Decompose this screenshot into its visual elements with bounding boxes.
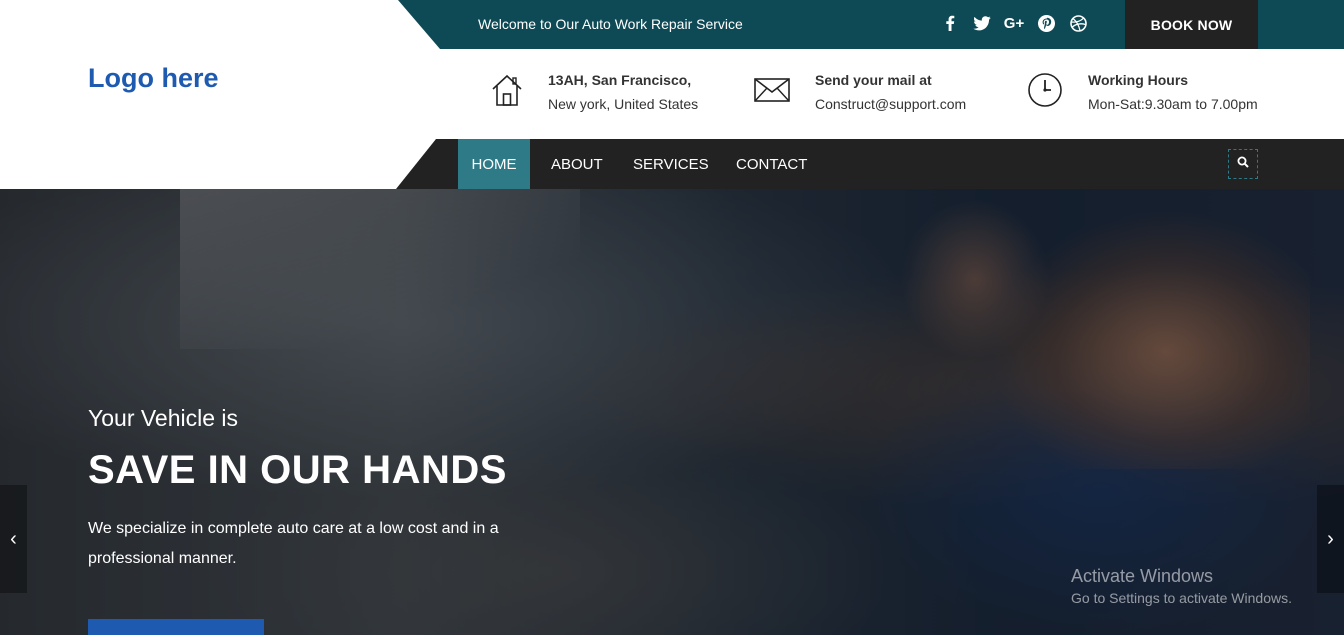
book-now-button[interactable]: BOOK NOW	[1125, 0, 1258, 49]
info-hours: Working Hours Mon-Sat:9.30am to 7.00pm	[1025, 70, 1258, 118]
nav-item-services[interactable]: SERVICES	[618, 139, 724, 189]
info-address: 13AH, San Francisco, New york, United St…	[487, 70, 698, 118]
house-icon	[487, 70, 527, 110]
hero-cta-button[interactable]	[88, 619, 264, 635]
watermark-subtitle: Go to Settings to activate Windows.	[1071, 590, 1292, 606]
hours-line2: Mon-Sat:9.30am to 7.00pm	[1088, 96, 1258, 112]
watermark-title: Activate Windows	[1071, 566, 1214, 586]
hero-description: We specialize in complete auto care at a…	[88, 520, 499, 567]
logo[interactable]: Logo here	[88, 63, 219, 94]
welcome-text: Welcome to Our Auto Work Repair Service	[478, 16, 743, 32]
mail-line2[interactable]: Construct@support.com	[815, 90, 966, 118]
slider-next-button[interactable]: ›	[1317, 485, 1344, 593]
top-bar: Welcome to Our Auto Work Repair Service …	[0, 0, 1344, 49]
mail-line1: Send your mail at	[815, 72, 932, 88]
social-links: G+	[940, 13, 1088, 33]
pinterest-icon[interactable]	[1036, 13, 1056, 33]
nav-item-home[interactable]: HOME	[458, 139, 530, 189]
dribbble-icon[interactable]	[1068, 13, 1088, 33]
address-line2: New york, United States	[548, 96, 699, 112]
hero-subtitle: Your Vehicle is	[88, 405, 239, 431]
nav-item-about[interactable]: ABOUT	[536, 139, 618, 189]
facebook-icon[interactable]	[940, 13, 960, 33]
chevron-right-icon: ›	[1327, 527, 1334, 550]
info-mail: Send your mail at Construct@support.com	[752, 70, 966, 118]
envelope-icon	[752, 70, 792, 110]
twitter-icon[interactable]	[972, 13, 992, 33]
google-plus-icon[interactable]: G+	[1004, 13, 1024, 33]
hero-title: SAVE IN OUR HANDS	[88, 448, 507, 492]
activate-windows-watermark: Activate Windows Go to Settings to activ…	[1071, 566, 1292, 606]
clock-icon	[1025, 70, 1065, 110]
search-icon	[1237, 155, 1249, 173]
chevron-left-icon: ‹	[10, 527, 17, 550]
hours-line1: Working Hours	[1088, 72, 1189, 88]
address-line1: 13AH, San Francisco,	[548, 72, 692, 88]
search-button[interactable]	[1228, 149, 1258, 179]
slider-prev-button[interactable]: ‹	[0, 485, 27, 593]
nav-item-contact[interactable]: CONTACT	[721, 139, 822, 189]
